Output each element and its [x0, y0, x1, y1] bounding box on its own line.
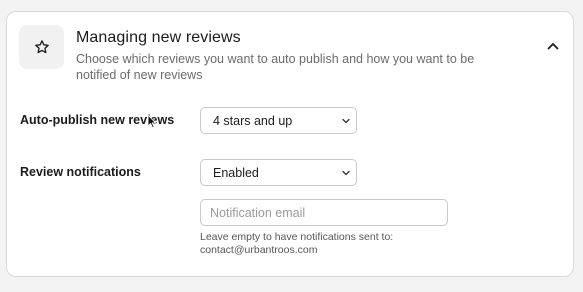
collapse-button[interactable] [543, 36, 563, 56]
help-text-email: contact@urbantroos.com [200, 243, 318, 256]
notification-email-input[interactable] [200, 199, 448, 226]
review-notifications-selected-value: Enabled [213, 165, 259, 180]
help-text-line: Leave empty to have notifications sent t… [200, 231, 394, 243]
chevron-up-icon [547, 43, 559, 50]
notification-help-text: Leave empty to have notifications sent t… [200, 231, 460, 256]
chevron-down-icon [342, 118, 350, 124]
review-notifications-select[interactable]: Enabled [200, 159, 357, 186]
managing-reviews-card: Managing new reviews Choose which review… [6, 11, 574, 277]
review-notifications-label: Review notifications [20, 165, 141, 179]
chevron-down-icon [342, 170, 350, 176]
star-icon [34, 40, 49, 54]
header-icon-container [19, 25, 64, 69]
section-description: Choose which reviews you want to auto pu… [76, 52, 475, 82]
mouse-cursor-icon [147, 114, 157, 129]
section-title: Managing new reviews [76, 29, 241, 46]
auto-publish-selected-value: 4 stars and up [213, 113, 293, 128]
auto-publish-select[interactable]: 4 stars and up [200, 107, 357, 134]
